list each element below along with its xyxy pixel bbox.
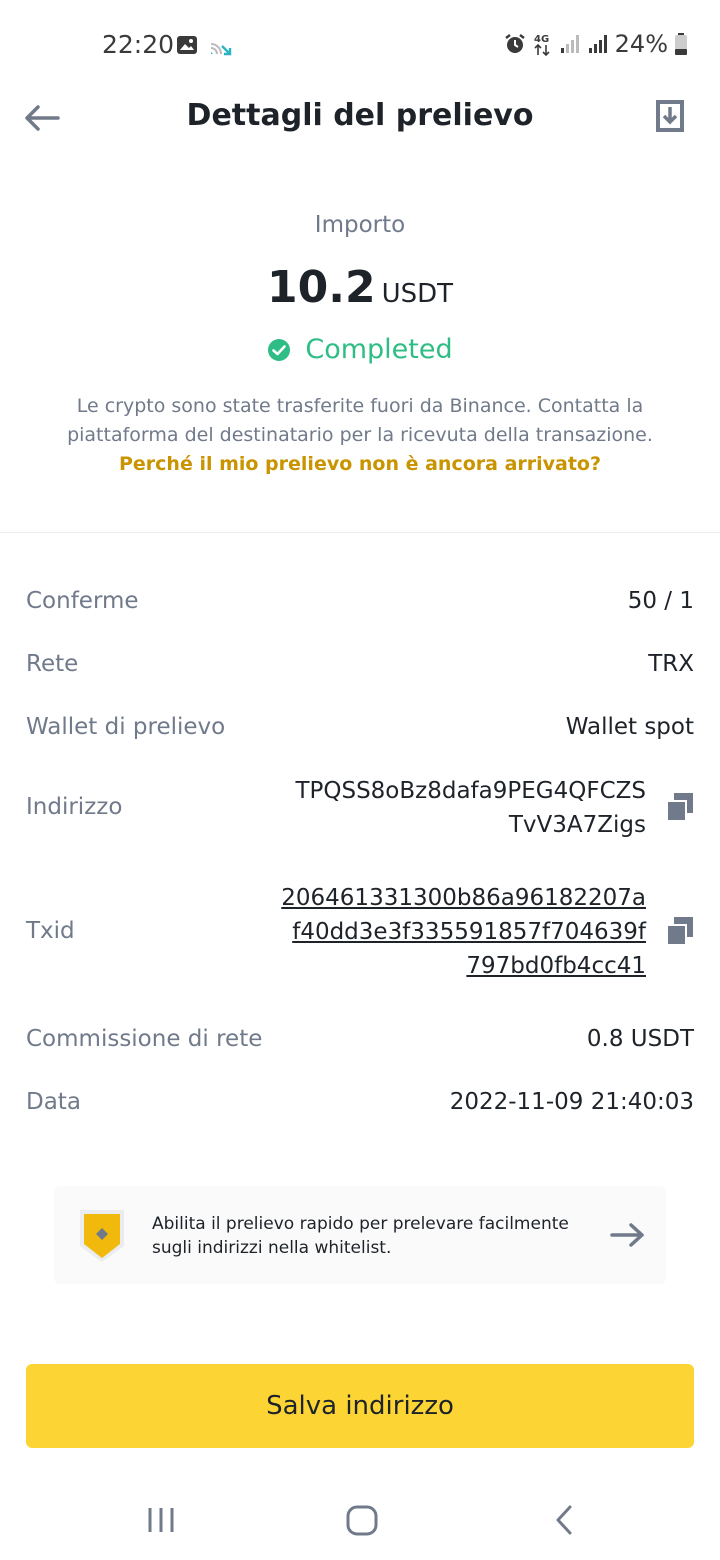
txid-label: Txid [26, 918, 75, 944]
help-link[interactable]: Perché il mio prelievo non è ancora arri… [0, 453, 720, 475]
4g-icon: 4G [534, 34, 550, 57]
txid-value[interactable]: 206461331300b86a96182207a f40dd3e3f33559… [281, 881, 646, 983]
detail-row-address: Indirizzo TPQSS8oBz8dafa9PEG4QFCZS TvV3A… [26, 774, 694, 844]
save-address-button[interactable]: Salva indirizzo [26, 1364, 694, 1448]
amount-label: Importo [314, 212, 406, 238]
status-time: 22:20 [102, 30, 175, 59]
system-navigation-bar [0, 1480, 720, 1560]
arrow-right-icon[interactable] [608, 1220, 648, 1250]
copy-txid-icon[interactable] [666, 916, 694, 946]
txid-line[interactable]: 206461331300b86a96182207a [281, 881, 646, 915]
system-back-icon[interactable] [552, 1502, 578, 1538]
alarm-icon [504, 34, 525, 53]
check-circle-icon [268, 338, 291, 361]
amount: 10.2 USDT [0, 262, 720, 313]
address-line: TvV3A7Zigs [508, 812, 646, 838]
divider [0, 532, 720, 533]
home-icon[interactable] [345, 1502, 379, 1538]
date-label: Data [26, 1089, 81, 1115]
wallet-value: Wallet spot [565, 714, 694, 740]
fee-value: 0.8 USDT [586, 1026, 694, 1052]
status-description: Le crypto sono state trasferite fuori da… [67, 395, 653, 446]
svg-text:4G: 4G [534, 34, 549, 45]
detail-row-txid: Txid 206461331300b86a96182207a f40dd3e3f… [26, 881, 694, 985]
date-value: 2022-11-09 21:40:03 [449, 1089, 694, 1115]
txid-line[interactable]: 797bd0fb4cc41 [281, 949, 646, 983]
status-badge: Completed [0, 334, 720, 365]
shield-icon [80, 1210, 124, 1262]
address-label: Indirizzo [26, 794, 123, 820]
confirmations-label: Conferme [26, 588, 139, 614]
fee-label: Commissione di rete [26, 1026, 263, 1052]
recent-apps-icon[interactable] [146, 1502, 176, 1538]
amount-value: 10.2 [267, 262, 376, 313]
export-icon[interactable] [654, 98, 686, 134]
battery-percent: 24% [614, 30, 668, 58]
battery-icon [675, 33, 687, 55]
status-bar: 22:20 4G 24% [0, 0, 720, 92]
address-value: TPQSS8oBz8dafa9PEG4QFCZS TvV3A7Zigs [295, 774, 646, 842]
image-icon [177, 36, 197, 54]
status-text: Completed [305, 334, 453, 365]
network-value: TRX [648, 651, 694, 677]
signal-icon [560, 35, 579, 53]
wallet-label: Wallet di prelievo [26, 714, 226, 740]
banner-text: Abilita il prelievo rapido per prelevare… [152, 1214, 569, 1258]
signal-icon [588, 35, 607, 53]
amount-unit: USDT [381, 279, 453, 309]
address-line: TPQSS8oBz8dafa9PEG4QFCZS [295, 778, 646, 804]
network-label: Rete [26, 651, 79, 677]
confirmations-value: 50 / 1 [627, 588, 694, 614]
txid-line[interactable]: f40dd3e3f335591857f704639f [281, 915, 646, 949]
header: Dettagli del prelievo [0, 86, 720, 150]
copy-address-icon[interactable] [666, 792, 694, 822]
quick-withdrawal-banner[interactable]: Abilita il prelievo rapido per prelevare… [54, 1186, 666, 1284]
cast-icon [210, 43, 232, 56]
page-title: Dettagli del prelievo [186, 98, 534, 133]
